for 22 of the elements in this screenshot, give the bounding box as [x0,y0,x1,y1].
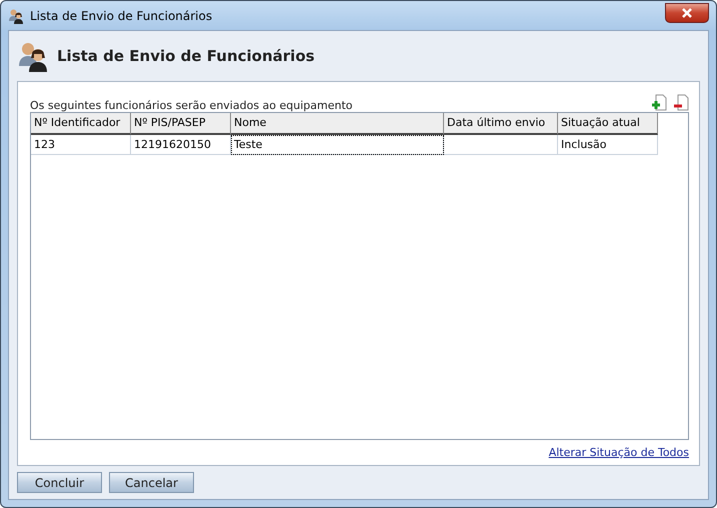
add-icon[interactable] [651,94,667,112]
close-icon[interactable] [681,8,693,18]
finish-button[interactable]: Concluir [17,472,102,493]
table-cell[interactable]: Teste [231,135,444,155]
table-cell[interactable]: Inclusão [558,135,658,155]
column-header[interactable]: Nº PIS/PASEP [131,113,231,135]
people-icon [17,40,49,72]
column-header[interactable]: Nº Identificador [31,113,131,135]
close-button[interactable] [665,2,709,22]
dialog-heading: Lista de Envio de Funcionários [57,47,315,65]
column-header[interactable]: Data último envio [444,113,558,135]
column-header[interactable]: Situação atual [558,113,658,135]
remove-icon[interactable] [673,94,689,112]
cancel-button[interactable]: Cancelar [109,472,194,493]
window-title: Lista de Envio de Funcionários [30,8,212,22]
people-icon [8,8,24,24]
change-all-status-link[interactable]: Alterar Situação de Todos [548,446,689,459]
table-cell[interactable] [444,135,558,155]
table-cell[interactable]: 12191620150 [131,135,231,155]
column-header[interactable]: Nome [231,113,444,135]
caption: Os seguintes funcionários serão enviados ao equipamento [30,99,353,112]
table-cell[interactable]: 123 [31,135,131,155]
